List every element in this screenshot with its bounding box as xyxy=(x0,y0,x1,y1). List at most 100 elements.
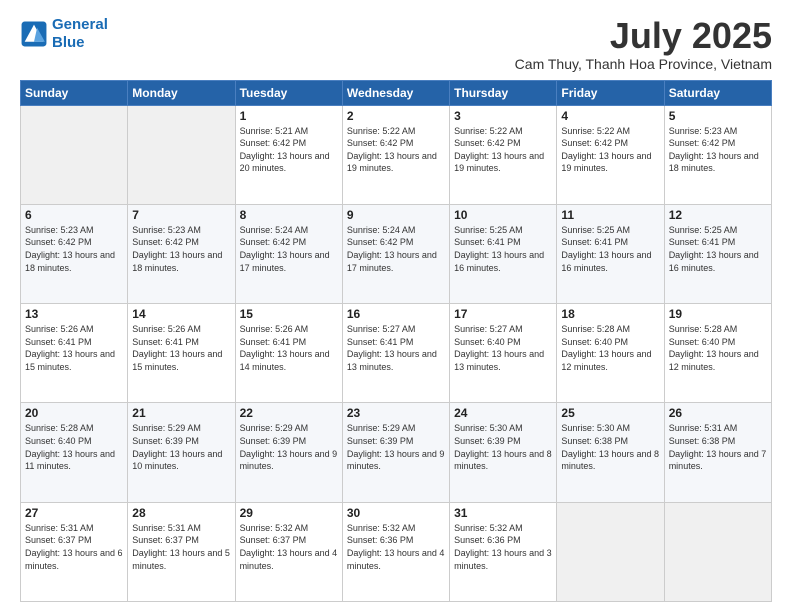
day-number: 27 xyxy=(25,506,123,520)
day-info: Sunrise: 5:23 AMSunset: 6:42 PMDaylight:… xyxy=(132,224,230,274)
day-info: Sunrise: 5:29 AMSunset: 6:39 PMDaylight:… xyxy=(240,422,338,472)
day-number: 5 xyxy=(669,109,767,123)
table-row: 10 Sunrise: 5:25 AMSunset: 6:41 PMDaylig… xyxy=(450,204,557,303)
table-row: 26 Sunrise: 5:31 AMSunset: 6:38 PMDaylig… xyxy=(664,403,771,502)
day-number: 21 xyxy=(132,406,230,420)
table-row: 30 Sunrise: 5:32 AMSunset: 6:36 PMDaylig… xyxy=(342,502,449,601)
table-row: 18 Sunrise: 5:28 AMSunset: 6:40 PMDaylig… xyxy=(557,304,664,403)
logo-line1: General xyxy=(52,16,108,33)
day-info: Sunrise: 5:25 AMSunset: 6:41 PMDaylight:… xyxy=(669,224,767,274)
day-info: Sunrise: 5:23 AMSunset: 6:42 PMDaylight:… xyxy=(669,125,767,175)
day-number: 2 xyxy=(347,109,445,123)
day-number: 29 xyxy=(240,506,338,520)
table-row: 3 Sunrise: 5:22 AMSunset: 6:42 PMDayligh… xyxy=(450,105,557,204)
table-row xyxy=(664,502,771,601)
table-row: 22 Sunrise: 5:29 AMSunset: 6:39 PMDaylig… xyxy=(235,403,342,502)
table-row: 6 Sunrise: 5:23 AMSunset: 6:42 PMDayligh… xyxy=(21,204,128,303)
table-row: 12 Sunrise: 5:25 AMSunset: 6:41 PMDaylig… xyxy=(664,204,771,303)
table-row: 29 Sunrise: 5:32 AMSunset: 6:37 PMDaylig… xyxy=(235,502,342,601)
calendar-week-5: 27 Sunrise: 5:31 AMSunset: 6:37 PMDaylig… xyxy=(21,502,772,601)
day-info: Sunrise: 5:27 AMSunset: 6:41 PMDaylight:… xyxy=(347,323,445,373)
header-tuesday: Tuesday xyxy=(235,80,342,105)
table-row: 4 Sunrise: 5:22 AMSunset: 6:42 PMDayligh… xyxy=(557,105,664,204)
day-number: 22 xyxy=(240,406,338,420)
calendar-week-1: 1 Sunrise: 5:21 AMSunset: 6:42 PMDayligh… xyxy=(21,105,772,204)
day-number: 23 xyxy=(347,406,445,420)
day-info: Sunrise: 5:29 AMSunset: 6:39 PMDaylight:… xyxy=(132,422,230,472)
day-info: Sunrise: 5:29 AMSunset: 6:39 PMDaylight:… xyxy=(347,422,445,472)
day-number: 3 xyxy=(454,109,552,123)
day-number: 7 xyxy=(132,208,230,222)
day-info: Sunrise: 5:27 AMSunset: 6:40 PMDaylight:… xyxy=(454,323,552,373)
table-row: 13 Sunrise: 5:26 AMSunset: 6:41 PMDaylig… xyxy=(21,304,128,403)
logo: General Blue xyxy=(20,16,108,52)
day-number: 24 xyxy=(454,406,552,420)
day-number: 19 xyxy=(669,307,767,321)
day-info: Sunrise: 5:28 AMSunset: 6:40 PMDaylight:… xyxy=(25,422,123,472)
day-number: 4 xyxy=(561,109,659,123)
header-thursday: Thursday xyxy=(450,80,557,105)
table-row xyxy=(21,105,128,204)
title-block: July 2025 Cam Thuy, Thanh Hoa Province, … xyxy=(515,16,772,72)
day-number: 26 xyxy=(669,406,767,420)
subtitle: Cam Thuy, Thanh Hoa Province, Vietnam xyxy=(515,56,772,72)
day-info: Sunrise: 5:25 AMSunset: 6:41 PMDaylight:… xyxy=(454,224,552,274)
table-row: 15 Sunrise: 5:26 AMSunset: 6:41 PMDaylig… xyxy=(235,304,342,403)
day-info: Sunrise: 5:24 AMSunset: 6:42 PMDaylight:… xyxy=(240,224,338,274)
table-row: 16 Sunrise: 5:27 AMSunset: 6:41 PMDaylig… xyxy=(342,304,449,403)
day-number: 18 xyxy=(561,307,659,321)
day-info: Sunrise: 5:31 AMSunset: 6:37 PMDaylight:… xyxy=(132,522,230,572)
day-info: Sunrise: 5:28 AMSunset: 6:40 PMDaylight:… xyxy=(669,323,767,373)
calendar-header-row: Sunday Monday Tuesday Wednesday Thursday… xyxy=(21,80,772,105)
day-number: 14 xyxy=(132,307,230,321)
table-row: 28 Sunrise: 5:31 AMSunset: 6:37 PMDaylig… xyxy=(128,502,235,601)
day-number: 6 xyxy=(25,208,123,222)
day-number: 10 xyxy=(454,208,552,222)
day-number: 8 xyxy=(240,208,338,222)
table-row: 7 Sunrise: 5:23 AMSunset: 6:42 PMDayligh… xyxy=(128,204,235,303)
header-saturday: Saturday xyxy=(664,80,771,105)
day-number: 11 xyxy=(561,208,659,222)
day-number: 13 xyxy=(25,307,123,321)
day-number: 20 xyxy=(25,406,123,420)
day-info: Sunrise: 5:26 AMSunset: 6:41 PMDaylight:… xyxy=(25,323,123,373)
day-info: Sunrise: 5:32 AMSunset: 6:36 PMDaylight:… xyxy=(454,522,552,572)
table-row: 19 Sunrise: 5:28 AMSunset: 6:40 PMDaylig… xyxy=(664,304,771,403)
logo-text: General Blue xyxy=(52,16,108,52)
table-row: 24 Sunrise: 5:30 AMSunset: 6:39 PMDaylig… xyxy=(450,403,557,502)
day-info: Sunrise: 5:31 AMSunset: 6:38 PMDaylight:… xyxy=(669,422,767,472)
table-row: 20 Sunrise: 5:28 AMSunset: 6:40 PMDaylig… xyxy=(21,403,128,502)
day-info: Sunrise: 5:24 AMSunset: 6:42 PMDaylight:… xyxy=(347,224,445,274)
day-number: 16 xyxy=(347,307,445,321)
calendar-table: Sunday Monday Tuesday Wednesday Thursday… xyxy=(20,80,772,602)
calendar-week-3: 13 Sunrise: 5:26 AMSunset: 6:41 PMDaylig… xyxy=(21,304,772,403)
day-number: 31 xyxy=(454,506,552,520)
table-row: 5 Sunrise: 5:23 AMSunset: 6:42 PMDayligh… xyxy=(664,105,771,204)
table-row: 2 Sunrise: 5:22 AMSunset: 6:42 PMDayligh… xyxy=(342,105,449,204)
table-row: 31 Sunrise: 5:32 AMSunset: 6:36 PMDaylig… xyxy=(450,502,557,601)
header: General Blue July 2025 Cam Thuy, Thanh H… xyxy=(20,16,772,72)
day-number: 12 xyxy=(669,208,767,222)
logo-line2: Blue xyxy=(52,34,85,51)
day-number: 9 xyxy=(347,208,445,222)
table-row: 9 Sunrise: 5:24 AMSunset: 6:42 PMDayligh… xyxy=(342,204,449,303)
table-row: 1 Sunrise: 5:21 AMSunset: 6:42 PMDayligh… xyxy=(235,105,342,204)
table-row: 25 Sunrise: 5:30 AMSunset: 6:38 PMDaylig… xyxy=(557,403,664,502)
table-row xyxy=(557,502,664,601)
day-info: Sunrise: 5:22 AMSunset: 6:42 PMDaylight:… xyxy=(347,125,445,175)
day-info: Sunrise: 5:30 AMSunset: 6:39 PMDaylight:… xyxy=(454,422,552,472)
day-info: Sunrise: 5:32 AMSunset: 6:36 PMDaylight:… xyxy=(347,522,445,572)
day-number: 15 xyxy=(240,307,338,321)
day-info: Sunrise: 5:26 AMSunset: 6:41 PMDaylight:… xyxy=(132,323,230,373)
day-info: Sunrise: 5:25 AMSunset: 6:41 PMDaylight:… xyxy=(561,224,659,274)
table-row: 21 Sunrise: 5:29 AMSunset: 6:39 PMDaylig… xyxy=(128,403,235,502)
day-info: Sunrise: 5:30 AMSunset: 6:38 PMDaylight:… xyxy=(561,422,659,472)
day-number: 25 xyxy=(561,406,659,420)
table-row: 27 Sunrise: 5:31 AMSunset: 6:37 PMDaylig… xyxy=(21,502,128,601)
day-info: Sunrise: 5:22 AMSunset: 6:42 PMDaylight:… xyxy=(561,125,659,175)
day-number: 28 xyxy=(132,506,230,520)
day-info: Sunrise: 5:32 AMSunset: 6:37 PMDaylight:… xyxy=(240,522,338,572)
day-info: Sunrise: 5:28 AMSunset: 6:40 PMDaylight:… xyxy=(561,323,659,373)
header-sunday: Sunday xyxy=(21,80,128,105)
table-row: 8 Sunrise: 5:24 AMSunset: 6:42 PMDayligh… xyxy=(235,204,342,303)
